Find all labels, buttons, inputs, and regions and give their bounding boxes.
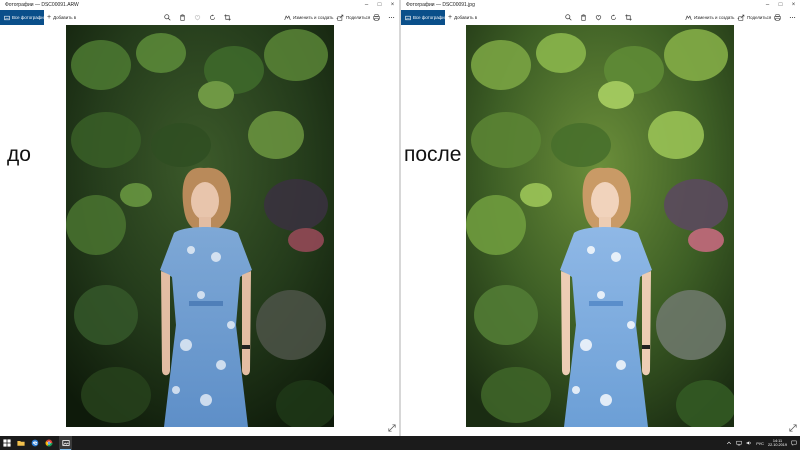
more-options-icon[interactable]	[388, 14, 395, 21]
minimize-button[interactable]: –	[761, 0, 774, 10]
language-indicator[interactable]: РУС	[756, 441, 764, 446]
photos-app-icon	[61, 440, 70, 446]
fullscreen-icon[interactable]	[789, 424, 797, 432]
more-options-icon[interactable]	[789, 14, 796, 21]
delete-icon[interactable]	[580, 14, 587, 21]
edit-create-icon	[685, 15, 692, 21]
taskbar-apps	[3, 436, 72, 450]
chrome-browser-icon[interactable]	[45, 439, 53, 447]
title-bar: Фотографии — DSC00091.ARW – □ ×	[0, 0, 399, 10]
woman-plant-wall-image	[66, 25, 334, 427]
share-label: Поделиться	[747, 15, 772, 20]
before-label: до	[7, 143, 31, 166]
rotate-icon[interactable]	[610, 14, 617, 21]
edit-create-button[interactable]: Изменить и создать ⌄	[284, 10, 339, 25]
extra-toolbar-icons	[774, 10, 796, 25]
share-icon	[337, 14, 344, 21]
add-to-button[interactable]: + Добавить в	[47, 10, 76, 25]
favorite-icon[interactable]	[194, 14, 201, 21]
taskbar-clock[interactable]: 14:11 22.10.2019	[768, 439, 787, 447]
share-button[interactable]: Поделиться	[738, 10, 771, 25]
after-label: после	[404, 143, 462, 166]
photos-window-after: Фотографии — DSC00091.jpg – □ × Все фото…	[401, 0, 800, 436]
photos-window-before: Фотографии — DSC00091.ARW – □ × Все фото…	[0, 0, 399, 436]
fullscreen-icon[interactable]	[388, 424, 396, 432]
all-photos-icon	[4, 15, 10, 20]
share-icon	[738, 14, 745, 21]
extra-toolbar-icons	[373, 10, 395, 25]
photo-canvas: до	[0, 25, 399, 436]
network-icon[interactable]	[736, 440, 742, 446]
crop-icon[interactable]	[625, 14, 632, 21]
add-to-button[interactable]: + Добавить в	[448, 10, 477, 25]
photo-tools	[164, 10, 231, 25]
title-bar: Фотографии — DSC00091.jpg – □ ×	[401, 0, 800, 10]
add-to-label: Добавить в	[53, 15, 77, 20]
edit-create-icon	[284, 15, 291, 21]
edge-browser-icon[interactable]	[31, 439, 39, 447]
print-icon[interactable]	[373, 14, 380, 21]
close-button[interactable]: ×	[787, 0, 800, 10]
edit-create-label: Изменить и создать	[293, 15, 334, 20]
all-photos-label: Все фотографии	[413, 15, 448, 20]
zoom-icon[interactable]	[164, 14, 171, 21]
photo-canvas: после	[401, 25, 800, 436]
photo-before[interactable]	[66, 25, 334, 427]
all-photos-button[interactable]: Все фотографии	[401, 10, 448, 25]
window-title: Фотографии — DSC00091.jpg	[406, 2, 475, 8]
window-controls: – □ ×	[761, 0, 800, 10]
windows-start-icon[interactable]	[3, 439, 11, 447]
share-button[interactable]: Поделиться	[337, 10, 370, 25]
system-tray: РУС 14:11 22.10.2019	[726, 436, 797, 450]
all-photos-button[interactable]: Все фотографии	[0, 10, 47, 25]
zoom-icon[interactable]	[565, 14, 572, 21]
all-photos-icon	[405, 15, 411, 20]
all-photos-label: Все фотографии	[12, 15, 47, 20]
chevron-up-icon[interactable]	[726, 440, 732, 446]
plus-icon: +	[448, 14, 453, 21]
delete-icon[interactable]	[179, 14, 186, 21]
share-label: Поделиться	[346, 15, 371, 20]
plus-icon: +	[47, 14, 52, 21]
photo-tools	[565, 10, 632, 25]
window-title: Фотографии — DSC00091.ARW	[5, 2, 79, 8]
edit-create-button[interactable]: Изменить и создать ⌄	[685, 10, 740, 25]
photo-after[interactable]	[466, 25, 734, 427]
crop-icon[interactable]	[224, 14, 231, 21]
file-explorer-icon[interactable]	[17, 439, 25, 447]
clock-date: 22.10.2019	[767, 443, 787, 447]
favorite-icon[interactable]	[595, 14, 602, 21]
woman-plant-wall-image	[466, 25, 734, 427]
volume-icon[interactable]	[746, 440, 752, 446]
print-icon[interactable]	[774, 14, 781, 21]
photos-app-taskbar-button[interactable]	[59, 436, 72, 450]
minimize-button[interactable]: –	[360, 0, 373, 10]
rotate-icon[interactable]	[209, 14, 216, 21]
photos-toolbar: Все фотографии + Добавить в Изменить и с…	[401, 10, 800, 25]
window-controls: – □ ×	[360, 0, 399, 10]
taskbar: РУС 14:11 22.10.2019	[0, 436, 800, 450]
photos-toolbar: Все фотографии + Добавить в Изменить и с…	[0, 10, 399, 25]
close-button[interactable]: ×	[386, 0, 399, 10]
edit-create-label: Изменить и создать	[694, 15, 735, 20]
notifications-icon[interactable]	[791, 440, 797, 446]
maximize-button[interactable]: □	[774, 0, 787, 10]
desktop-screen: Фотографии — DSC00091.ARW – □ × Все фото…	[0, 0, 800, 450]
maximize-button[interactable]: □	[373, 0, 386, 10]
add-to-label: Добавить в	[454, 15, 478, 20]
